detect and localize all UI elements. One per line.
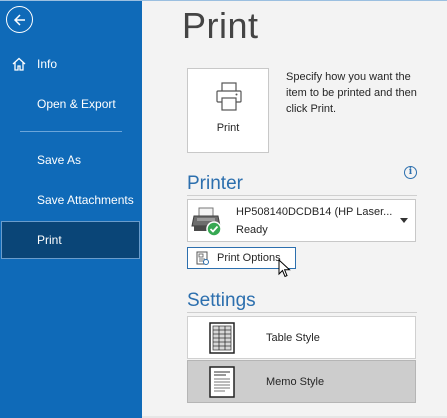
memo-style-label: Memo Style: [266, 376, 325, 388]
settings-heading: Settings: [187, 290, 256, 311]
sidebar-item-label: Info: [37, 57, 58, 71]
print-panel: Print Print Specify how you want the ite…: [142, 1, 447, 418]
printer-divider: [187, 195, 417, 196]
print-options-label: Print Options: [217, 252, 281, 264]
sidebar-item-label: Save Attachments: [37, 193, 134, 207]
print-backstage: Info Open & Export Save As Save Attachme…: [0, 0, 447, 418]
memo-style-icon: [209, 366, 235, 398]
memo-style-option[interactable]: Memo Style: [187, 360, 416, 403]
print-button-label: Print: [216, 122, 240, 134]
chevron-down-icon: [400, 218, 408, 223]
sidebar-item-label: Open & Export: [37, 97, 116, 111]
sidebar-item-print[interactable]: Print: [1, 221, 140, 259]
info-icon[interactable]: i: [404, 166, 417, 179]
page-title: Print: [182, 5, 259, 46]
sidebar-item-open-export[interactable]: Open & Export: [0, 86, 142, 122]
back-button[interactable]: [6, 6, 33, 33]
printer-icon: [216, 82, 242, 111]
settings-divider: [187, 312, 417, 313]
printer-dropdown[interactable]: HP508140DCDB14 (HP Laser... Ready: [187, 199, 416, 242]
sidebar-item-label: Save As: [37, 153, 82, 167]
table-style-option[interactable]: Table Style: [187, 316, 416, 359]
sidebar-item-save-attachments[interactable]: Save Attachments: [0, 182, 142, 218]
printer-name: HP508140DCDB14 (HP Laser...: [236, 206, 393, 218]
print-options-icon: [196, 251, 209, 265]
mouse-cursor-icon: [278, 259, 291, 278]
sidebar-item-info[interactable]: Info: [0, 46, 142, 82]
table-style-label: Table Style: [266, 332, 320, 344]
table-style-icon: [209, 322, 235, 354]
print-button[interactable]: Print: [187, 68, 269, 153]
print-description: Specify how you want the item to be prin…: [286, 71, 417, 115]
sidebar-divider: [20, 131, 122, 132]
printer-heading: Printer: [187, 173, 243, 194]
printer-ready-icon: [191, 207, 222, 237]
backstage-sidebar: Info Open & Export Save As Save Attachme…: [0, 1, 142, 418]
back-arrow-icon: [13, 13, 25, 26]
sidebar-item-save-as[interactable]: Save As: [0, 142, 142, 178]
sidebar-item-label: Print: [37, 233, 62, 247]
home-icon: [12, 57, 26, 71]
printer-status: Ready: [236, 224, 268, 236]
